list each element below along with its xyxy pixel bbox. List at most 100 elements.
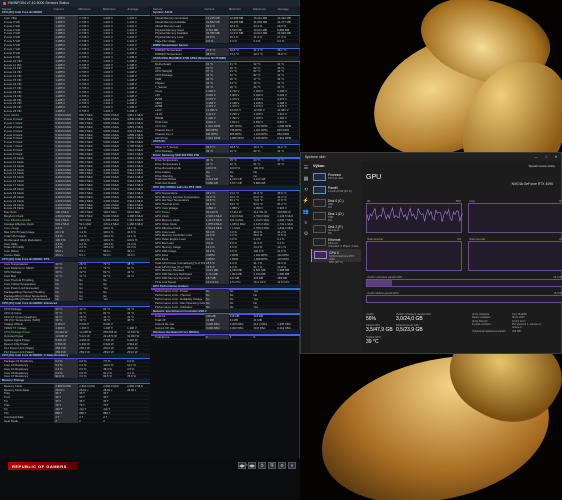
sensor-group-row[interactable]: CPU [#0]: Intel Core i9-13900K: Enhanced	[0, 301, 150, 306]
performance-item-title: Procesor	[328, 172, 342, 177]
sensor-name: Drive: Samsung SSD 990 PRO 2TB	[153, 152, 200, 157]
sensor-name: System: ASUS	[153, 10, 173, 15]
mini-graph-icon	[313, 211, 326, 220]
mini-graph-icon	[313, 198, 326, 207]
performance-item[interactable]: Ethernet Ethernet Odesílání: 0 Příjem: 0 …	[311, 236, 361, 249]
nav-icon[interactable]: ⚙	[304, 231, 308, 237]
hwinfo-toolbar-button[interactable]: ◀▶	[248, 462, 256, 469]
task-manager-titlebar: Správce úloh — □ ✕	[301, 153, 561, 161]
sensor-group-row[interactable]: System: ASUS	[151, 10, 300, 15]
sensor-name: CPU [#0]: Intel Core i9-13900K: DTS	[2, 257, 50, 262]
hwinfo-title: HWiNFO64 v7.40-5000 Sensors Status	[8, 1, 70, 5]
gpu-stats: Využití 56% Paměť GPU 3,5/47,9 GB Využit…	[366, 313, 562, 345]
sensor-value: 0	[205, 335, 229, 340]
performance-item-subtitle: Neznámá 0%	[328, 228, 340, 235]
performance-item-title: Disk 0 (C:)	[328, 198, 344, 203]
performance-item-subtitle: NVIDIA GeForce RTX 4090 56% (39 °C)	[329, 254, 355, 264]
performance-item-title: Disk 2 (F:)	[328, 224, 344, 229]
hwinfo-app-icon	[3, 1, 6, 5]
usage-graph: 3D 56%	[366, 200, 464, 233]
maximize-button[interactable]: □	[541, 155, 551, 159]
performance-list: Výkon Procesor 5% 5,21 GHz Paměť 14,0/31,8 …	[311, 161, 361, 353]
hwinfo-toolbar-button[interactable]: 🖫	[268, 462, 276, 469]
sensor-name: Windows Hardware Errors (WHEA)	[153, 329, 200, 334]
gpu-memory-value: 3,5/47,9 GB	[366, 327, 393, 333]
sensor-group-row[interactable]: GPU [#0]: NVIDIA GeForce RTX 4090	[151, 185, 300, 190]
sensor-group-row[interactable]: Drive: Samsung SSD 990 PRO 2TB	[151, 152, 300, 158]
sensor-panel-left[interactable]: Sensor Current Minimum Maximum Average CPU […	[0, 6, 150, 458]
hwinfo-toolbar-button[interactable]: ⏱	[258, 462, 266, 469]
sensor-group-row[interactable]: Memory Timings	[0, 378, 150, 383]
performance-item[interactable]: Paměť 14,0/31,8 GB (44 %)	[311, 184, 361, 197]
sensor-name: ASUS EC	[153, 139, 166, 144]
gpu-3d-usage-line	[366, 206, 464, 222]
performance-item[interactable]: Disk 0 (C:) SSD 0%	[311, 197, 361, 210]
sensor-name: Gear Mode	[4, 418, 18, 423]
graph-label: Video Decode	[469, 238, 486, 241]
mini-graph-icon	[313, 237, 326, 246]
sensor-group-row[interactable]: CPU [#0]: Intel Core i9-13900K	[0, 10, 150, 15]
gpu-heading: GPU	[366, 174, 382, 181]
performance-item-subtitle: 14,0/31,8 GB (44 %)	[328, 189, 352, 193]
detail-value: 256 MB	[512, 329, 521, 333]
sensor-group-row[interactable]: ASUS EC	[151, 139, 300, 144]
nav-icon[interactable]: 👥	[303, 209, 309, 215]
performance-item[interactable]: Disk 1 (D:) SSD 0%	[311, 210, 361, 223]
performance-item[interactable]: GPU 0 NVIDIA GeForce RTX 4090 56% (39 °C)	[311, 249, 361, 264]
sensor-value: 43 °C	[277, 161, 285, 166]
mini-graph-icon	[313, 172, 326, 181]
mini-graph-icon	[313, 185, 326, 194]
temperature-value: 39 °C	[366, 339, 379, 345]
detail-key: Vyhrazená hardwarová paměť:	[472, 329, 507, 333]
sensor-group-row[interactable]: Windows Hardware Errors (WHEA)	[151, 329, 300, 335]
hwinfo-toolbar-button[interactable]: ◀▶	[238, 462, 246, 469]
hwinfo-toolbar-button[interactable]: ⚙	[278, 462, 286, 469]
sensor-row[interactable]: Total Errors 0 0 0	[151, 335, 300, 340]
graph-label: Využití sdílené paměti GPU	[367, 292, 399, 295]
sensor-value: 2	[79, 418, 81, 423]
hwinfo-toolbar-button[interactable]: ✕	[288, 462, 296, 469]
hwinfo-toolbar: ◀▶ ◀▶ ⏱ 🖫 ⚙ ✕	[238, 462, 296, 469]
nav-icon[interactable]: ☰	[304, 165, 308, 171]
sensor-name: ASUS ROG MAXIMUS Z790 APEX (Nuvoton NCT6…	[153, 56, 227, 61]
gpu-details: Verze ovladače: 31.0.15.2698 Datum ovladač…	[472, 313, 546, 333]
sensor-name: Network: Intel Ethernet Controller I226-…	[153, 308, 207, 313]
sensor-group-row[interactable]: DIMM Temperature Sensor	[151, 43, 300, 48]
sensor-group-row[interactable]: ASUS ROG MAXIMUS Z790 APEX (Nuvoton NCT6…	[151, 56, 300, 61]
hwinfo-window: HWiNFO64 v7.40-5000 Sensors Status Senso…	[0, 0, 300, 500]
minimize-button[interactable]: —	[531, 155, 541, 159]
sensor-row[interactable]: Gear Mode 2 2 2	[0, 418, 150, 424]
dedicated-value: 3,0/24,0 GB	[396, 316, 423, 322]
shared-value: 0,5/23,9 GB	[396, 327, 423, 333]
performance-item-subtitle: 5% 5,21 GHz	[328, 176, 344, 180]
sensor-value: 0	[253, 335, 256, 340]
nav-icon[interactable]: ≡	[305, 220, 308, 226]
sensor-name: GPU Performance Limiters	[153, 284, 189, 289]
gpu-detail-pane: Spustit novou úlohu GPU NVIDIA GeForce R…	[361, 161, 562, 353]
sensor-name: Total Errors	[155, 335, 170, 340]
performance-item[interactable]: Procesor 5% 5,21 GHz	[311, 171, 361, 184]
usage-graph: Využití vyhrazené paměti GPU 24,0 GB	[366, 276, 562, 287]
dedicated-memory-fill	[367, 280, 392, 286]
task-manager-title: Správce úloh	[305, 155, 326, 159]
sensor-name: CPU [#0]: Intel Core i9-13900K: Enhanced	[2, 301, 58, 306]
usage-graph: Video Encode 0%	[366, 238, 462, 271]
sensor-panel-right[interactable]: Sensor Current Minimum Maximum Average Syste…	[151, 6, 300, 458]
sensor-group-row[interactable]: CPU [#0]: Intel Core i9-13900K: C-State …	[0, 353, 150, 358]
gpu-name: NVIDIA GeForce RTX 4090	[511, 182, 553, 186]
performance-item-subtitle: SSD 0%	[328, 215, 334, 222]
close-button[interactable]: ✕	[551, 155, 561, 159]
nav-icon[interactable]: ⟲	[304, 187, 308, 193]
sensor-group-row[interactable]: Network: Intel Ethernet Controller I226-…	[151, 308, 300, 314]
sensor-group-row[interactable]: CPU [#0]: Intel Core i9-13900K: DTS	[0, 257, 150, 262]
sensor-name: Memory Timings	[2, 378, 25, 383]
run-new-task-button[interactable]: Spustit novou úlohu	[529, 164, 555, 168]
sensor-group-row[interactable]: GPU Performance Limiters	[151, 284, 300, 289]
nav-icon[interactable]: ⚡	[303, 198, 309, 204]
performance-item-subtitle: Ethernet Odesílání: 0 Příjem: 0 kb/s	[328, 241, 359, 248]
usage-value: 56%	[366, 316, 377, 322]
performance-item[interactable]: Disk 2 (F:) Neznámá 0%	[311, 223, 361, 236]
graph-scale: 15,9 GB	[553, 292, 562, 295]
graph-label: Video Encode	[367, 238, 384, 241]
nav-icon[interactable]: ▦	[304, 176, 309, 182]
